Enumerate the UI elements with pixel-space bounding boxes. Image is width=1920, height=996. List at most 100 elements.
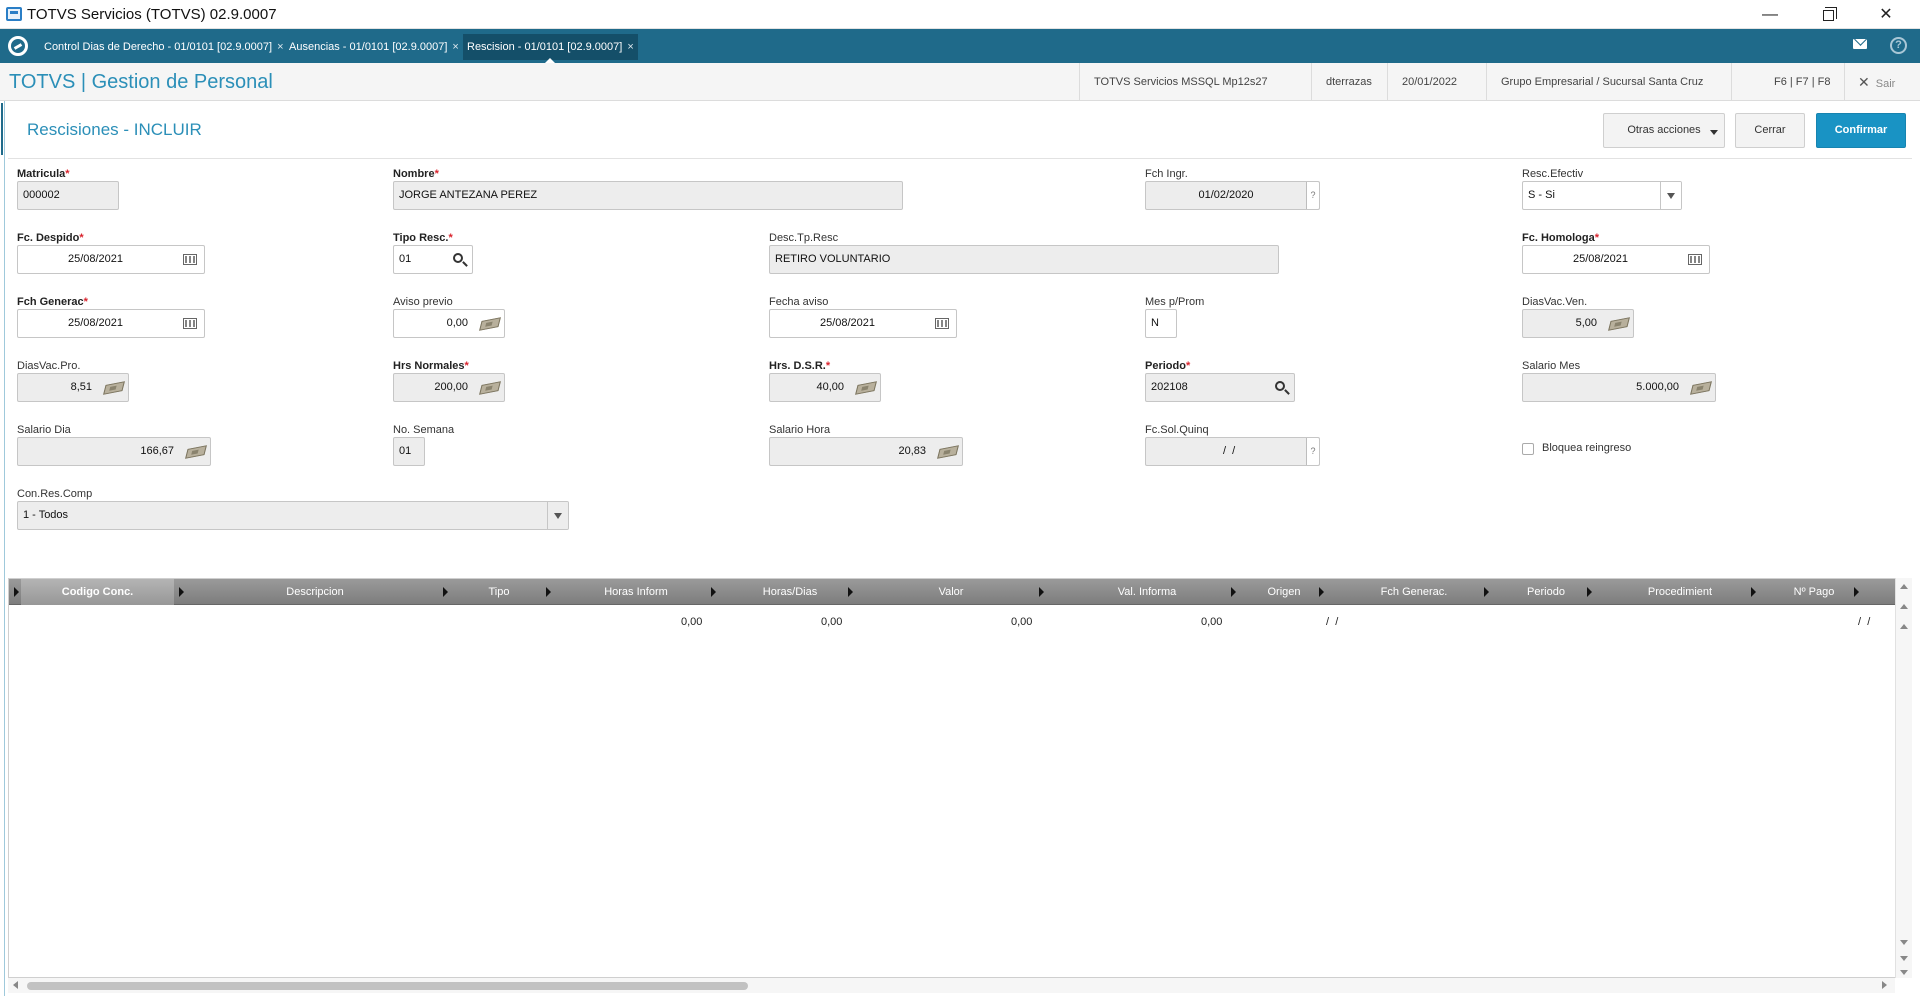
help-icon[interactable]: ? <box>1306 182 1319 209</box>
scroll-page-up-icon[interactable] <box>1900 604 1908 609</box>
scroll-top-icon[interactable] <box>1900 584 1908 589</box>
mail-icon[interactable] <box>1853 39 1867 49</box>
fch-ingr-field[interactable]: 01/02/2020? <box>1145 181 1320 210</box>
fecha-aviso-field[interactable]: 25/08/2021 <box>769 309 957 338</box>
grid-horizontal-scrollbar[interactable] <box>8 978 1895 993</box>
column-descripcion[interactable]: Descripcion <box>187 579 443 605</box>
fc-despido-field[interactable]: 25/08/2021 <box>17 245 205 274</box>
minimize-button[interactable]: — <box>1743 0 1797 29</box>
column-val-informa[interactable]: Val. Informa <box>1047 579 1247 605</box>
tab-ausencias[interactable]: Ausencias - 01/0101 [02.9.0007] × <box>289 37 459 57</box>
close-window-button[interactable]: ✕ <box>1859 0 1913 29</box>
tab-close-icon[interactable]: × <box>452 41 458 53</box>
nombre-field[interactable]: JORGE ANTEZANA PEREZ <box>393 181 903 210</box>
column-n-pago[interactable]: Nº Pago <box>1759 579 1869 605</box>
chevron-down-icon[interactable] <box>547 502 568 529</box>
column-fch-generac[interactable]: Fch Generac. <box>1327 579 1501 605</box>
cell-horas-dias: 0,00 <box>821 616 843 628</box>
calculator-button[interactable] <box>1605 310 1633 337</box>
column-origen[interactable]: Origen <box>1239 579 1329 605</box>
scroll-left-icon[interactable] <box>13 981 18 989</box>
maximize-button[interactable] <box>1801 0 1855 29</box>
calculator-button[interactable] <box>476 310 504 337</box>
calendar-button[interactable] <box>928 310 956 337</box>
column-horas-dias[interactable]: Horas/Dias <box>719 579 861 605</box>
salario-dia-field[interactable]: 166,67 <box>17 437 211 466</box>
cell-horas-inform: 0,00 <box>681 616 703 628</box>
tab-rescision[interactable]: Rescision - 01/0101 [02.9.0007] × <box>463 34 638 64</box>
search-button[interactable] <box>1266 374 1294 401</box>
close-button[interactable]: Cerrar <box>1735 113 1805 148</box>
calculator-button[interactable] <box>476 374 504 401</box>
column-procedimient[interactable]: Procedimient <box>1595 579 1765 605</box>
help-icon[interactable]: ? <box>1306 438 1319 465</box>
con-res-comp-select[interactable]: 1 - Todos <box>17 501 569 530</box>
calculator-icon <box>937 445 959 459</box>
other-actions-button[interactable]: Otras acciones <box>1603 113 1725 148</box>
column-marker-icon <box>546 587 551 597</box>
search-icon <box>1275 381 1285 391</box>
aviso-previo-field[interactable]: 0,00 <box>393 309 505 338</box>
fc-homologa-field[interactable]: 25/08/2021 <box>1522 245 1710 274</box>
fch-generac-field[interactable]: 25/08/2021 <box>17 309 205 338</box>
calculator-button[interactable] <box>100 374 128 401</box>
salario-hora-label: Salario Hora <box>769 424 831 436</box>
mes-p-prom-field[interactable]: N <box>1145 309 1177 338</box>
hrs-dsr-label: Hrs. D.S.R.* <box>769 360 830 372</box>
scroll-down-icon[interactable] <box>1900 940 1908 945</box>
salario-mes-field[interactable]: 5.000,00 <box>1522 373 1716 402</box>
concepts-grid[interactable]: Codigo Conc. Descripcion Tipo Horas Info… <box>8 578 1900 978</box>
calculator-button[interactable] <box>934 438 962 465</box>
fc-homologa-label: Fc. Homologa* <box>1522 232 1599 244</box>
calculator-icon <box>1608 317 1630 331</box>
scroll-page-down-icon[interactable] <box>1900 956 1908 961</box>
exit-button[interactable]: ✕ Sair <box>1858 63 1895 101</box>
label-text: Tipo Resc. <box>393 232 449 244</box>
column-tipo[interactable]: Tipo <box>451 579 547 605</box>
tipo-resc-field[interactable]: 01 <box>393 245 473 274</box>
search-button[interactable] <box>444 246 472 273</box>
periodo-field[interactable]: 202108 <box>1145 373 1295 402</box>
desc-tp-resc-field[interactable]: RETIRO VOLUNTARIO <box>769 245 1279 274</box>
chevron-down-icon[interactable] <box>1660 182 1681 209</box>
aviso-previo-label: Aviso previo <box>393 296 453 308</box>
tab-close-icon[interactable]: × <box>627 41 633 53</box>
tab-control-dias[interactable]: Control Dias de Derecho - 01/0101 [02.9.… <box>44 37 284 57</box>
bloquea-reingreso-checkbox[interactable] <box>1522 443 1534 455</box>
totvs-logo-icon[interactable] <box>8 36 28 56</box>
calculator-icon <box>479 317 501 331</box>
cell-n-pago: / / <box>1855 616 1871 628</box>
column-valor[interactable]: Valor <box>856 579 1046 605</box>
column-codigo-conc[interactable]: Codigo Conc. <box>21 579 174 605</box>
tab-close-icon[interactable]: × <box>277 41 283 53</box>
field-value: 25/08/2021 <box>67 317 124 329</box>
calendar-button[interactable] <box>176 246 204 273</box>
fc-sol-quinq-field[interactable]: / /? <box>1145 437 1320 466</box>
dias-vac-pro-field[interactable]: 8,51 <box>17 373 129 402</box>
grid-vertical-scrollbar[interactable] <box>1895 578 1912 978</box>
column-marker-icon <box>848 587 853 597</box>
no-semana-field[interactable]: 01 <box>393 437 425 466</box>
help-icon[interactable]: ? <box>1890 37 1907 54</box>
calculator-button[interactable] <box>1687 374 1715 401</box>
label-text: Periodo <box>1145 360 1186 372</box>
field-value: 202108 <box>1151 381 1188 393</box>
calculator-button[interactable] <box>852 374 880 401</box>
matricula-label: Matricula* <box>17 168 70 180</box>
scroll-right-icon[interactable] <box>1882 981 1887 989</box>
scroll-up-icon[interactable] <box>1900 624 1908 629</box>
column-horas-inform[interactable]: Horas Inform <box>554 579 718 605</box>
resc-efectiv-select[interactable]: S - Si <box>1522 181 1682 210</box>
calculator-button[interactable] <box>182 438 210 465</box>
scroll-thumb[interactable] <box>27 982 748 990</box>
calendar-button[interactable] <box>176 310 204 337</box>
scroll-bottom-icon[interactable] <box>1900 970 1908 975</box>
confirm-button[interactable]: Confirmar <box>1816 113 1906 148</box>
hrs-normales-field[interactable]: 200,00 <box>393 373 505 402</box>
dias-vac-ven-field[interactable]: 5,00 <box>1522 309 1634 338</box>
matricula-field[interactable]: 000002 <box>17 181 119 210</box>
calendar-button[interactable] <box>1681 246 1709 273</box>
column-periodo[interactable]: Periodo <box>1492 579 1600 605</box>
salario-hora-field[interactable]: 20,83 <box>769 437 963 466</box>
hrs-dsr-field[interactable]: 40,00 <box>769 373 881 402</box>
